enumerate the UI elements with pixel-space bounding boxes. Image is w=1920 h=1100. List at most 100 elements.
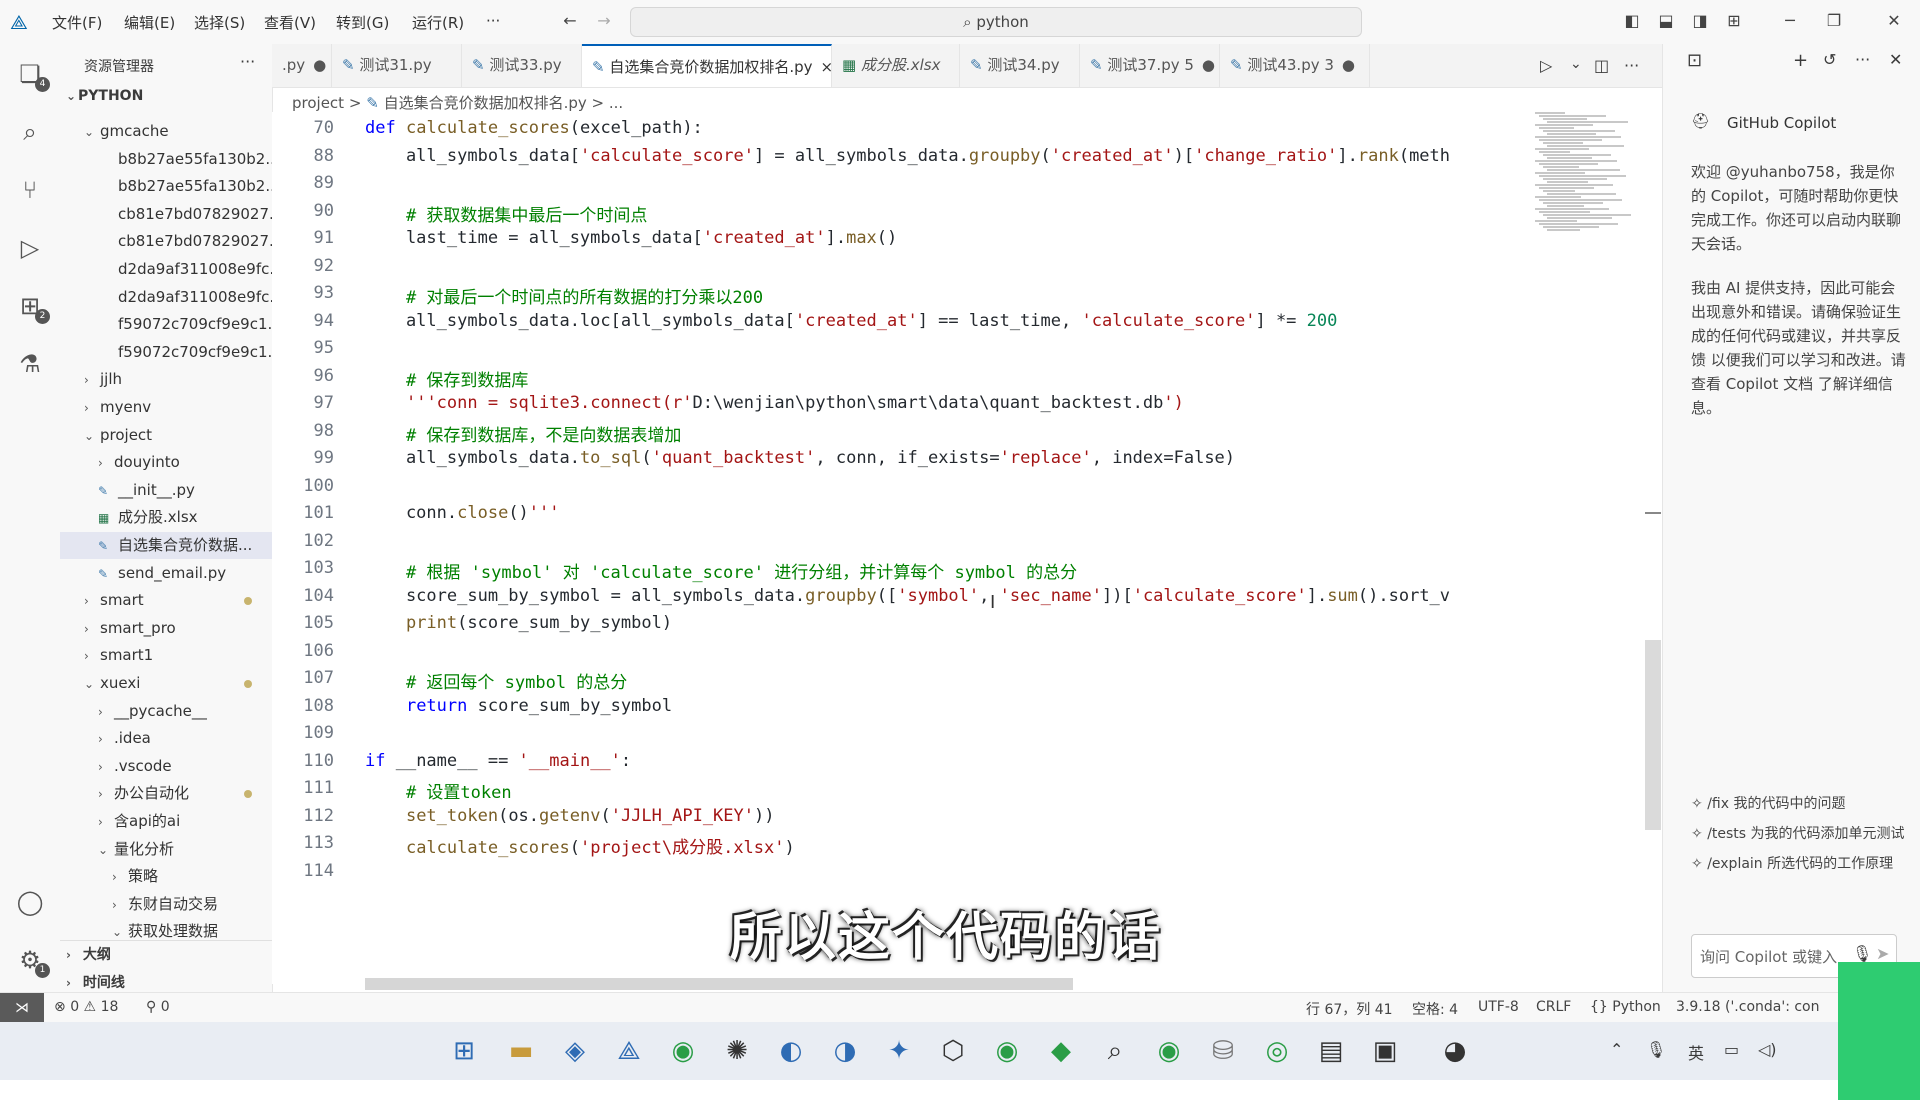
indentation[interactable]: 空格: 4 [1412, 999, 1458, 1019]
new-chat-icon[interactable]: ⊡ [1687, 50, 1702, 71]
settings-gear-icon[interactable]: ⚙ 1 [12, 942, 50, 978]
code-line[interactable]: # 返回每个 symbol 的总分 [365, 668, 627, 693]
tree-item[interactable]: › .idea [60, 725, 272, 752]
code-line[interactable]: score_sum_by_symbol = all_symbols_data.g… [365, 586, 1450, 606]
copilot-suggestion[interactable]: ✧ /tests 为我的代码添加单元测试 [1691, 822, 1906, 846]
editor-tab[interactable]: ✎ 自选集合竞价数据加权排名.py × [582, 44, 833, 87]
sparkle-icon[interactable]: ✦ [882, 1034, 916, 1068]
line-ending[interactable]: CRLF [1536, 999, 1571, 1015]
tree-item[interactable]: b8b27ae55fa130b2... [60, 173, 272, 200]
unsaved-dot-icon[interactable]: ● [1342, 56, 1355, 74]
editor-tab[interactable]: ✎ 测试33.py [462, 44, 582, 87]
horizontal-scrollbar[interactable] [365, 978, 1073, 990]
code-line[interactable]: # 保存到数据库 [365, 366, 528, 391]
tree-item[interactable]: › smart1 [60, 642, 272, 669]
browser-icon[interactable]: ◉ [1152, 1034, 1186, 1068]
editor-tab[interactable]: ✎ 测试31.py [332, 44, 462, 87]
run-python-icon[interactable]: ▷ [1540, 56, 1552, 75]
tree-item[interactable]: › 含api的ai [60, 808, 272, 835]
toggle-panel-icon[interactable]: ⬓ [1656, 11, 1676, 31]
code-line[interactable]: # 获取数据集中最后一个时间点 [365, 201, 647, 226]
menu-item[interactable]: 选择(S) [194, 12, 245, 33]
app-icon[interactable]: ◐ [774, 1034, 808, 1068]
breadcrumb-folder[interactable]: project [292, 94, 344, 112]
problems-indicator[interactable]: ⊗ 0 ⚠ 18 [54, 999, 118, 1015]
unsaved-dot-icon[interactable]: ● [313, 56, 326, 74]
database-icon[interactable]: ⛁ [1206, 1034, 1240, 1068]
editor-tab[interactable]: ✎ 测试43.py 3 ● [1220, 44, 1370, 87]
tree-item[interactable]: › 策略 [60, 863, 272, 890]
tree-item[interactable]: ⌄ gmcache [60, 118, 272, 145]
tree-item[interactable]: ✎ __init__.py [60, 477, 272, 504]
code-line[interactable]: # 根据 'symbol' 对 'calculate_score' 进行分组，并… [365, 558, 1077, 583]
tray-chevron-icon[interactable]: ⌃ [1610, 1040, 1623, 1059]
tree-item[interactable]: d2da9af311008e9fc... [60, 256, 272, 283]
tree-item[interactable]: › douyinto [60, 449, 272, 476]
toggle-secondary-sidebar-icon[interactable]: ◨ [1690, 11, 1710, 31]
tree-item[interactable]: › 东财自动交易 [60, 891, 272, 918]
network-icon[interactable]: ▭ [1724, 1040, 1739, 1059]
minimize-icon[interactable]: ─ [1780, 11, 1800, 31]
tree-item[interactable]: › myenv [60, 394, 272, 421]
ime-indicator[interactable]: 英 [1688, 1040, 1704, 1064]
language-mode[interactable]: {} Python [1590, 999, 1661, 1015]
code-line[interactable]: return score_sum_by_symbol [365, 696, 672, 716]
code-line[interactable]: # 保存到数据库，不是向数据表增加 [365, 421, 681, 446]
tree-item[interactable]: cb81e7bd07829027... [60, 228, 272, 255]
code-line[interactable]: print(score_sum_by_symbol) [365, 613, 672, 633]
menu-item[interactable]: 文件(F) [52, 12, 102, 33]
workspace-root[interactable]: ⌄ PYTHON [66, 88, 143, 104]
editor-tab[interactable]: ✎ 测试37.py 5 ● [1080, 44, 1220, 87]
tree-item[interactable]: f59072c709cf9e9c1... [60, 339, 272, 366]
code-line[interactable]: conn.close()''' [365, 503, 560, 523]
tree-item[interactable]: › __pycache__ [60, 698, 272, 725]
tree-item[interactable]: b8b27ae55fa130b2... [60, 146, 272, 173]
file-explorer-icon[interactable]: ▬ [504, 1034, 538, 1068]
browser-icon[interactable]: ◉ [990, 1034, 1024, 1068]
tree-item[interactable]: › .vscode [60, 753, 272, 780]
send-icon[interactable]: ➤ [1876, 944, 1889, 963]
outline-section[interactable]: › 大纲 [66, 944, 111, 964]
code-line[interactable]: calculate_scores('project\成分股.xlsx') [365, 833, 795, 858]
restore-icon[interactable]: ❐ [1824, 11, 1844, 31]
panel-more-icon[interactable]: ··· [1855, 50, 1870, 69]
app-icon[interactable]: ▣ [1368, 1034, 1402, 1068]
python-interpreter[interactable]: 3.9.18 ('.conda': con [1676, 999, 1820, 1015]
windows-start-icon[interactable]: ⊞ [447, 1034, 481, 1068]
menu-item[interactable]: 转到(G) [336, 12, 389, 33]
code-line[interactable]: all_symbols_data.to_sql('quant_backtest'… [365, 448, 1235, 468]
editor-tab[interactable]: ✎ 测试34.py [960, 44, 1080, 87]
cube-icon[interactable]: ⬡ [936, 1034, 970, 1068]
code-line[interactable]: set_token(os.getenv('JJLH_API_KEY')) [365, 806, 775, 826]
vscode-taskbar-icon[interactable]: ⟁ [612, 1034, 646, 1068]
code-line[interactable]: '''conn = sqlite3.connect(r'D:\wenjian\p… [365, 393, 1184, 413]
code-line[interactable]: def calculate_scores(excel_path): [365, 118, 703, 138]
timeline-section[interactable]: › 时间线 [66, 972, 125, 992]
command-center-search[interactable]: ⌕ python [630, 7, 1362, 37]
copilot-suggestion[interactable]: ✧ /fix 我的代码中的问题 [1691, 792, 1906, 816]
chevron-down-icon[interactable]: ⌄ [1570, 56, 1582, 72]
remote-icon[interactable]: ⋊ [0, 993, 44, 1023]
extensions-icon[interactable]: ⊞ 2 [12, 288, 50, 324]
code-line[interactable]: # 设置token [365, 778, 512, 803]
add-icon[interactable]: + [1793, 50, 1808, 71]
customize-layout-icon[interactable]: ⊞ [1724, 11, 1744, 31]
code-line[interactable]: # 对最后一个时间点的所有数据的打分乘以200 [365, 283, 763, 308]
tree-item[interactable]: ⌄ 获取处理数据 [60, 918, 272, 945]
testing-icon[interactable]: ⚗ [12, 346, 48, 382]
app-icon[interactable]: ◕ [1438, 1034, 1472, 1068]
chrome-icon[interactable]: ◎ [1260, 1034, 1294, 1068]
openai-icon[interactable]: ✺ [720, 1034, 754, 1068]
run-debug-icon[interactable]: ▷ [12, 230, 48, 266]
account-icon[interactable]: ◯ [12, 884, 48, 920]
search-taskbar-icon[interactable]: ⌕ [1098, 1034, 1132, 1068]
split-editor-icon[interactable]: ◫ [1594, 56, 1609, 75]
tree-item[interactable]: ⌄ xuexi [60, 670, 272, 697]
microphone-icon[interactable]: 🎙 [1852, 944, 1872, 963]
tree-item[interactable]: ✎ send_email.py [60, 560, 272, 587]
volume-icon[interactable]: ◁) [1758, 1040, 1777, 1059]
code-line[interactable]: last_time = all_symbols_data['created_at… [365, 228, 897, 248]
search-icon[interactable]: ⌕ [12, 114, 48, 150]
tree-item[interactable]: ⌄ project [60, 422, 272, 449]
code-line[interactable]: all_symbols_data.loc[all_symbols_data['c… [365, 311, 1337, 331]
